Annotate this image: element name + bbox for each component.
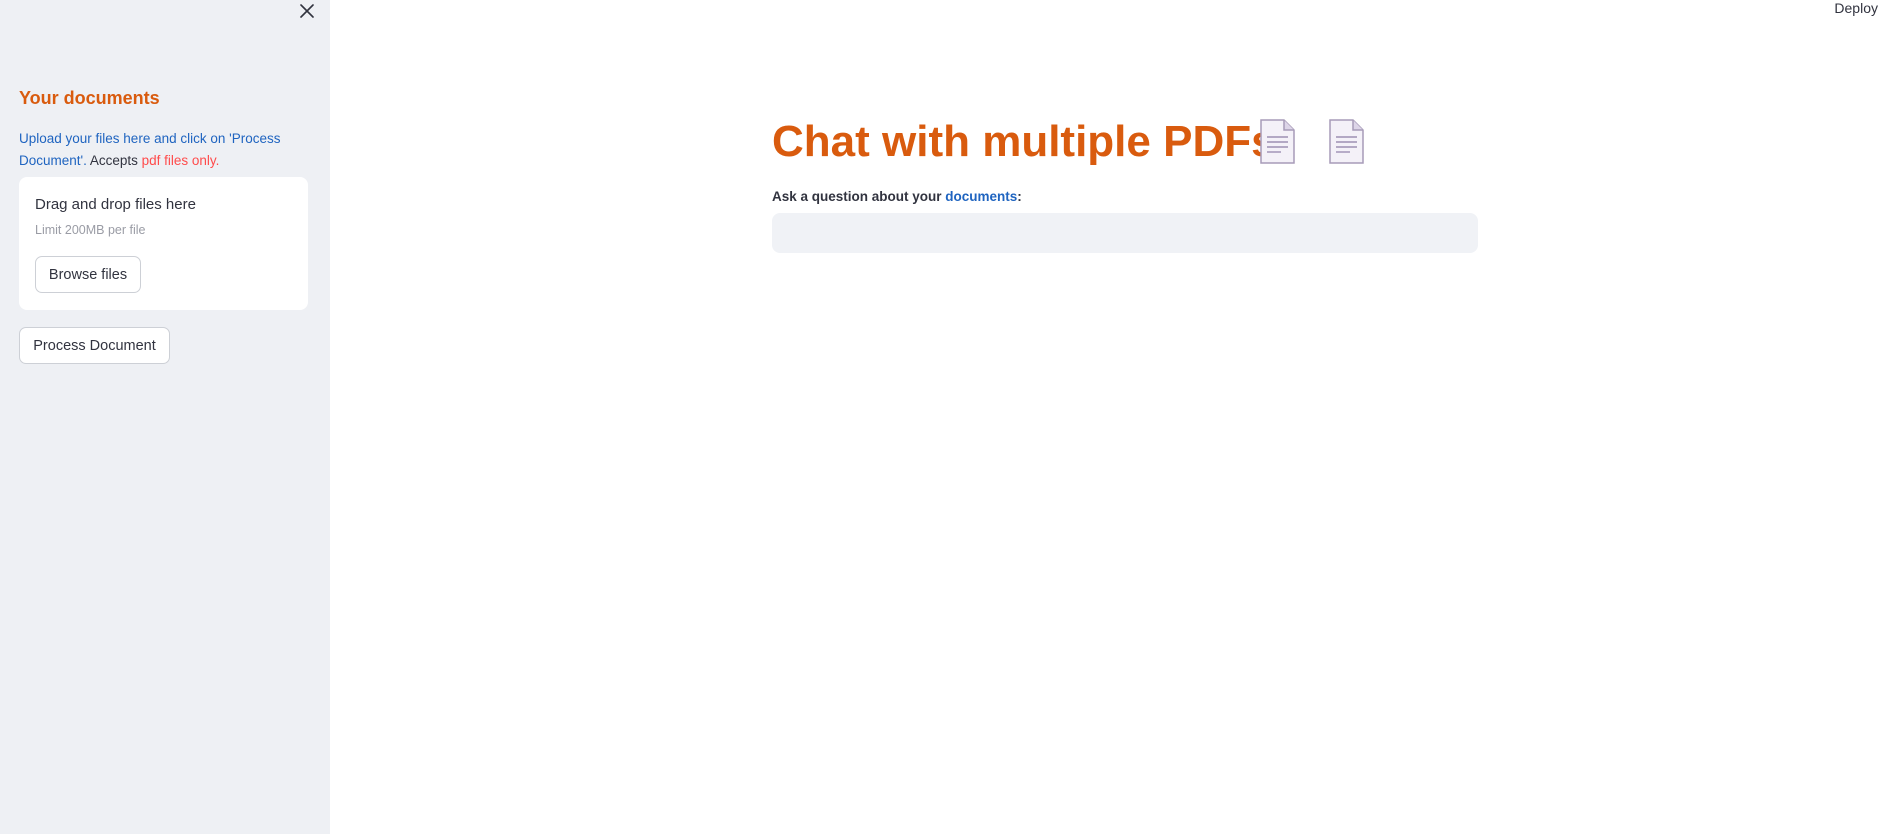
- question-label-colon: :: [1017, 189, 1022, 204]
- app-root: Your documents Upload your files here an…: [0, 0, 1884, 834]
- question-label: Ask a question about your documents:: [772, 189, 1022, 204]
- question-label-text: Ask a question about your: [772, 189, 946, 204]
- dropzone-title: Drag and drop files here: [35, 196, 196, 213]
- document-icon: [1260, 119, 1295, 164]
- dropzone-limit: Limit 200MB per file: [35, 223, 146, 237]
- deploy-button[interactable]: Deploy: [1834, 0, 1878, 16]
- question-input[interactable]: [772, 213, 1478, 253]
- sidebar-title: Your documents: [19, 88, 160, 108]
- browse-files-button[interactable]: Browse files: [35, 256, 141, 293]
- close-sidebar-button[interactable]: [296, 0, 318, 22]
- sidebar-description: Upload your files here and click on 'Pro…: [19, 128, 299, 172]
- pdf-only-text: pdf files only.: [141, 153, 220, 168]
- file-dropzone[interactable]: Drag and drop files here Limit 200MB per…: [19, 177, 308, 310]
- document-icon: [1329, 119, 1364, 164]
- sidebar: Your documents Upload your files here an…: [0, 0, 330, 834]
- question-label-documents: documents: [945, 189, 1018, 204]
- accepts-text: Accepts: [86, 153, 142, 168]
- close-icon: [300, 4, 314, 18]
- process-document-button[interactable]: Process Document: [19, 327, 170, 364]
- page-title: Chat with multiple PDFs: [772, 117, 1276, 166]
